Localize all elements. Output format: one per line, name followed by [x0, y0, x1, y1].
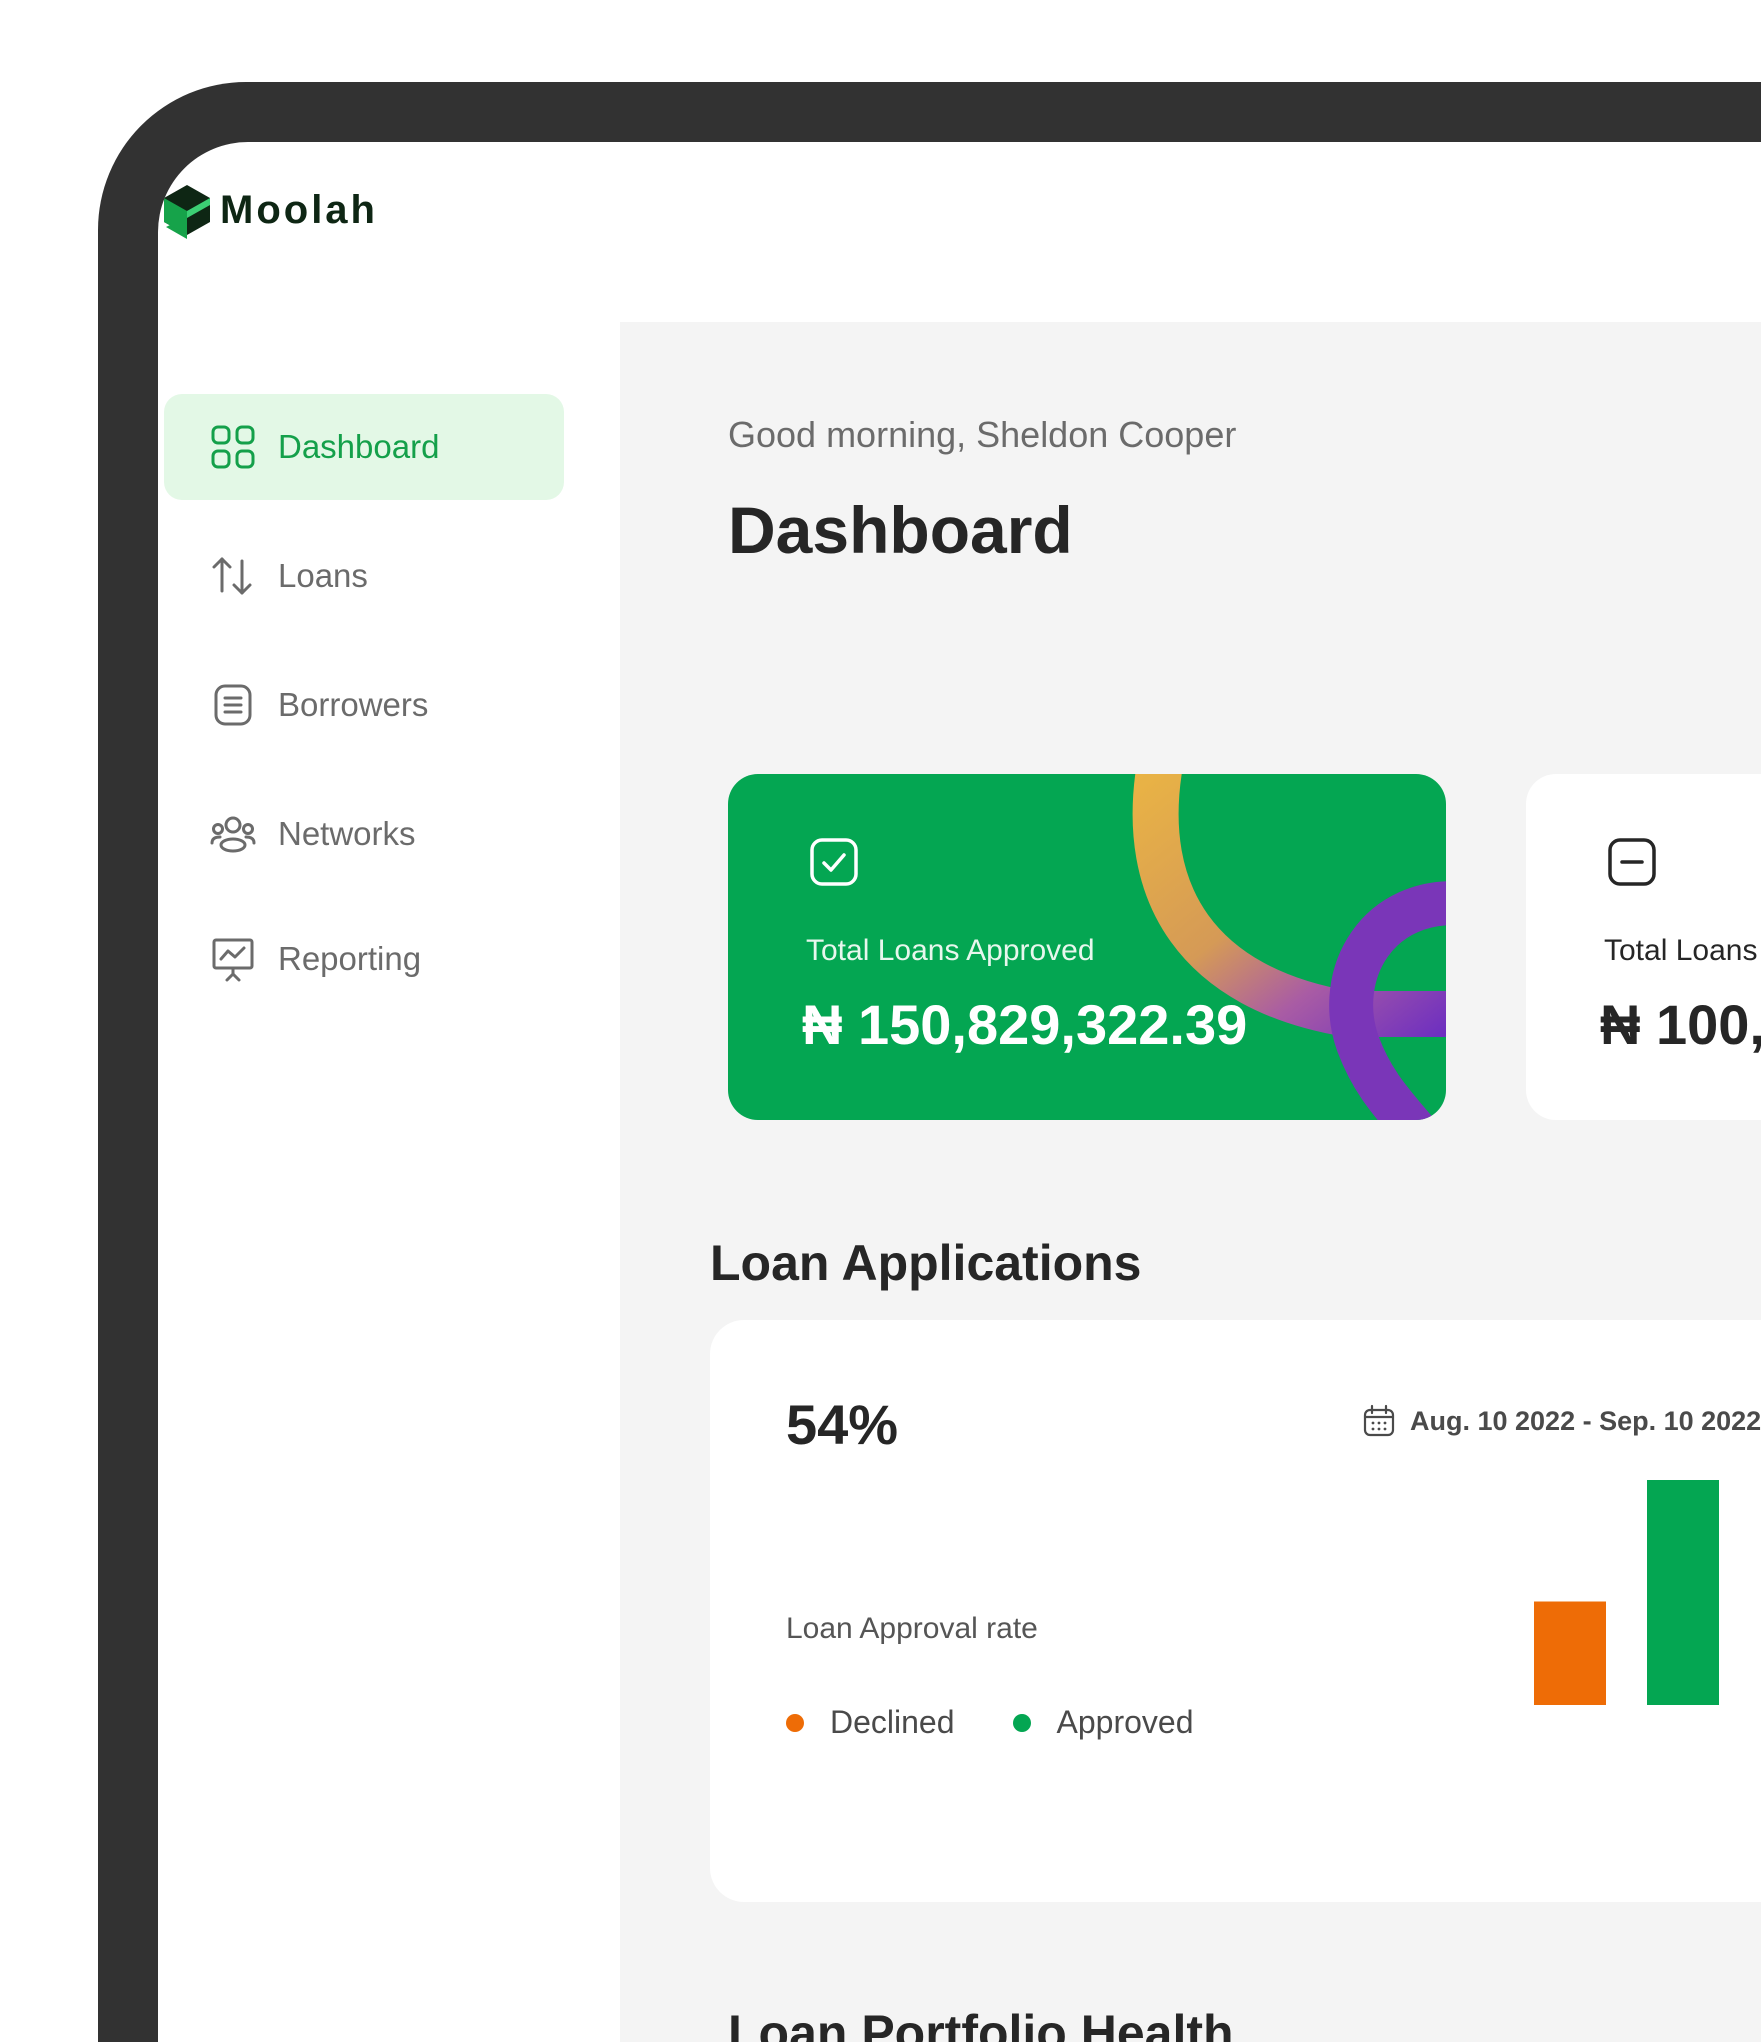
sidebar-item-label: Dashboard [278, 428, 440, 465]
grid-icon [211, 425, 255, 469]
bar-approved [1647, 1480, 1719, 1705]
greeting-text: Good morning, Sheldon Cooper [728, 414, 1237, 455]
sidebar-item-reporting[interactable]: Reporting [164, 906, 564, 1012]
main-content: Good morning, Sheldon Cooper Dashboard T… [620, 322, 1761, 2042]
moolah-logo-icon [164, 185, 210, 239]
loan-applications-title: Loan Applications [710, 1235, 1142, 1291]
users-group-icon [210, 816, 256, 853]
card-label: Total Loans Approved [806, 934, 1095, 967]
card-label: Total Loans [1604, 934, 1758, 967]
sidebar-item-label: Reporting [278, 940, 422, 977]
approval-bar-chart [1534, 1480, 1719, 1705]
sidebar-item-label: Borrowers [278, 686, 429, 723]
sidebar-item-label: Loans [278, 557, 368, 594]
loan-applications-card: 54% Aug. 10 2022 - Sep. 10 2022 Loan App… [710, 1320, 1761, 1902]
logo: Moolah [160, 180, 378, 240]
date-range-text: Aug. 10 2022 - Sep. 10 2022 [1410, 1405, 1761, 1436]
presentation-chart-icon [212, 938, 254, 982]
legend-label: Approved [1056, 1704, 1194, 1740]
legend-dot-declined [786, 1713, 804, 1732]
legend-label: Declined [830, 1704, 955, 1740]
total-loans-card[interactable]: Total Loans ₦ 100, [1526, 774, 1761, 1120]
chart-legend: Declined Approved [786, 1704, 1252, 1741]
minus-square-icon [1608, 838, 1656, 886]
arrows-up-down-icon [212, 557, 252, 595]
approval-rate-label: Loan Approval rate [786, 1612, 1038, 1645]
page-title: Dashboard [728, 493, 1073, 567]
app-name: Moolah [220, 187, 378, 232]
card-value: ₦ 150,829,322.39 [802, 993, 1248, 1056]
sidebar-item-loans[interactable]: Loans [164, 523, 564, 629]
sidebar-item-borrowers[interactable]: Borrowers [164, 652, 564, 758]
date-range-picker[interactable]: Aug. 10 2022 - Sep. 10 2022 [1362, 1404, 1761, 1438]
document-list-icon [214, 684, 252, 726]
calendar-icon [1363, 1404, 1395, 1437]
loan-portfolio-health-title: Loan Portfolio Health [728, 2005, 1234, 2042]
bar-declined [1534, 1601, 1606, 1705]
legend-item-declined: Declined [786, 1704, 955, 1741]
total-loans-approved-card[interactable]: Total Loans Approved ₦ 150,829,322.39 [728, 774, 1446, 1120]
card-value: ₦ 100, [1600, 993, 1761, 1056]
checkbox-icon [810, 838, 858, 886]
approval-rate-value: 54% [786, 1393, 899, 1456]
sidebar-item-dashboard[interactable]: Dashboard [164, 394, 564, 500]
app-screen: Moolah Dashboard Loans Borrowers Network… [158, 142, 1761, 2042]
sidebar-item-networks[interactable]: Networks [164, 781, 564, 887]
legend-dot-approved [1012, 1713, 1031, 1732]
sidebar-item-label: Networks [278, 815, 416, 852]
legend-item-approved: Approved [1012, 1704, 1194, 1741]
